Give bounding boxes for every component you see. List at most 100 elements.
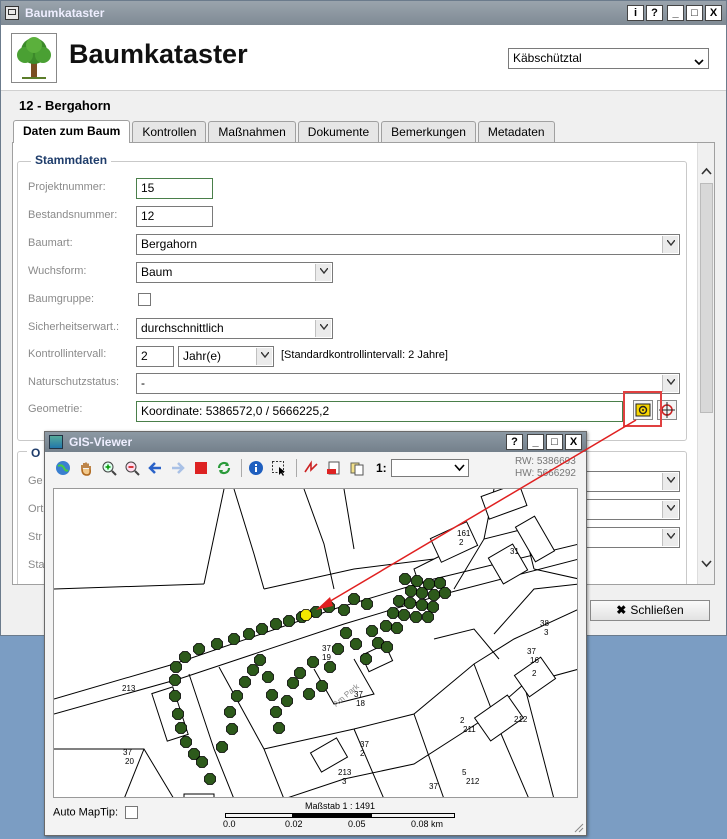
select-area-icon[interactable] xyxy=(269,458,289,478)
tree-marker[interactable] xyxy=(262,671,274,683)
print-pdf-icon[interactable] xyxy=(324,458,344,478)
gis-map[interactable]: 161 2 31 37 19 37 18 37 2 213 3 38 3 37 16 37 20 213 2 211 2… xyxy=(53,488,578,798)
measure-icon[interactable] xyxy=(301,458,321,478)
scrollbar-thumb[interactable] xyxy=(700,183,713,413)
map-canvas[interactable]: 1612313719371837221333833716372021322112… xyxy=(54,489,578,798)
tree-marker[interactable] xyxy=(399,573,411,585)
tree-marker[interactable] xyxy=(170,661,182,673)
tree-marker[interactable] xyxy=(281,695,293,707)
tree-marker[interactable] xyxy=(273,722,285,734)
tree-marker[interactable] xyxy=(348,593,360,605)
gis-maximize-button[interactable]: □ xyxy=(546,434,563,450)
tree-marker[interactable] xyxy=(228,633,240,645)
tree-marker[interactable] xyxy=(270,618,282,630)
tab-metadaten[interactable]: Metadaten xyxy=(477,121,555,142)
gis-minimize-button[interactable]: _ xyxy=(527,434,544,450)
baumgruppe-checkbox[interactable] xyxy=(138,293,151,306)
zoom-out-icon[interactable] xyxy=(122,458,142,478)
resize-grip-icon[interactable] xyxy=(572,821,584,833)
tree-marker[interactable] xyxy=(316,680,328,692)
zoom-in-icon[interactable] xyxy=(99,458,119,478)
tree-marker[interactable] xyxy=(270,706,282,718)
tree-marker[interactable] xyxy=(410,611,422,623)
ort-select-3[interactable] xyxy=(573,527,680,548)
gis-close-button[interactable]: X xyxy=(565,434,582,450)
projektnummer-field[interactable]: 15 xyxy=(136,178,213,199)
tree-marker[interactable] xyxy=(224,706,236,718)
tree-marker[interactable] xyxy=(310,606,322,618)
tree-marker[interactable] xyxy=(361,598,373,610)
tree-marker[interactable] xyxy=(323,601,335,613)
tree-marker[interactable] xyxy=(405,585,417,597)
scroll-down-icon[interactable] xyxy=(699,556,714,570)
tree-marker[interactable] xyxy=(283,615,295,627)
tree-marker[interactable] xyxy=(179,651,191,663)
tree-marker[interactable] xyxy=(211,638,223,650)
tree-marker[interactable] xyxy=(380,620,392,632)
tree-marker[interactable] xyxy=(428,589,440,601)
tree-marker[interactable] xyxy=(404,597,416,609)
tree-marker[interactable] xyxy=(398,609,410,621)
tree-marker[interactable] xyxy=(180,736,192,748)
tree-marker[interactable] xyxy=(266,689,278,701)
wuchsform-select[interactable]: Baum xyxy=(136,262,333,283)
bestandsnummer-field[interactable]: 12 xyxy=(136,206,213,227)
tree-marker[interactable] xyxy=(239,676,251,688)
tree-marker[interactable] xyxy=(287,677,299,689)
minimize-button[interactable]: _ xyxy=(667,5,684,21)
region-select[interactable]: Käbschütztal xyxy=(508,48,709,69)
tab-bemerkungen[interactable]: Bemerkungen xyxy=(381,121,476,142)
tab-dokumente[interactable]: Dokumente xyxy=(297,121,380,142)
help-button[interactable]: ? xyxy=(646,5,663,21)
kontrollintervall-field[interactable]: 2 xyxy=(136,346,174,367)
tree-marker[interactable] xyxy=(231,690,243,702)
pan-hand-icon[interactable] xyxy=(76,458,96,478)
tree-marker[interactable] xyxy=(360,653,372,665)
ort-select-2[interactable] xyxy=(573,499,680,520)
tree-marker[interactable] xyxy=(416,587,428,599)
scroll-up-icon[interactable] xyxy=(699,165,714,179)
tree-marker[interactable] xyxy=(387,607,399,619)
refresh-icon[interactable] xyxy=(214,458,234,478)
tree-marker[interactable] xyxy=(434,577,446,589)
tree-marker[interactable] xyxy=(350,638,362,650)
tree-marker[interactable] xyxy=(439,587,451,599)
tab-kontrollen[interactable]: Kontrollen xyxy=(132,121,207,142)
info-button[interactable]: i xyxy=(627,5,644,21)
gis-help-button[interactable]: ? xyxy=(506,434,523,450)
close-window-button[interactable]: X xyxy=(705,5,722,21)
copy-document-icon[interactable] xyxy=(347,458,367,478)
sicherheit-select[interactable]: durchschnittlich xyxy=(136,318,333,339)
tree-marker[interactable] xyxy=(381,641,393,653)
tree-marker[interactable] xyxy=(247,664,259,676)
tree-marker-selected[interactable] xyxy=(300,609,312,621)
tree-marker[interactable] xyxy=(324,661,336,673)
scale-select[interactable] xyxy=(390,459,469,477)
tree-marker[interactable] xyxy=(196,756,208,768)
tree-marker[interactable] xyxy=(216,741,228,753)
tree-marker[interactable] xyxy=(338,604,350,616)
tree-marker[interactable] xyxy=(294,667,306,679)
tree-marker[interactable] xyxy=(169,674,181,686)
close-button[interactable]: ✖ Schließen xyxy=(590,600,710,621)
tree-marker[interactable] xyxy=(175,722,187,734)
tree-marker[interactable] xyxy=(427,601,439,613)
tree-marker[interactable] xyxy=(193,643,205,655)
tree-marker[interactable] xyxy=(204,773,216,785)
tree-marker[interactable] xyxy=(366,625,378,637)
tree-marker[interactable] xyxy=(254,654,266,666)
panel-scrollbar[interactable] xyxy=(697,143,714,584)
auto-maptip-checkbox[interactable] xyxy=(125,806,139,819)
tab-daten-zum-baum[interactable]: Daten zum Baum xyxy=(13,120,131,143)
tree-marker[interactable] xyxy=(391,622,403,634)
geometrie-field[interactable]: Koordinate: 5386572,0 / 5666225,2 xyxy=(136,401,623,422)
maximize-button[interactable]: □ xyxy=(686,5,703,21)
tree-marker[interactable] xyxy=(307,656,319,668)
baumart-select[interactable]: Bergahorn xyxy=(136,234,680,255)
ort-select-1[interactable] xyxy=(573,471,680,492)
tree-marker[interactable] xyxy=(256,623,268,635)
tree-marker[interactable] xyxy=(422,611,434,623)
forward-arrow-icon[interactable] xyxy=(168,458,188,478)
tree-marker[interactable] xyxy=(332,643,344,655)
stop-icon[interactable] xyxy=(191,458,211,478)
